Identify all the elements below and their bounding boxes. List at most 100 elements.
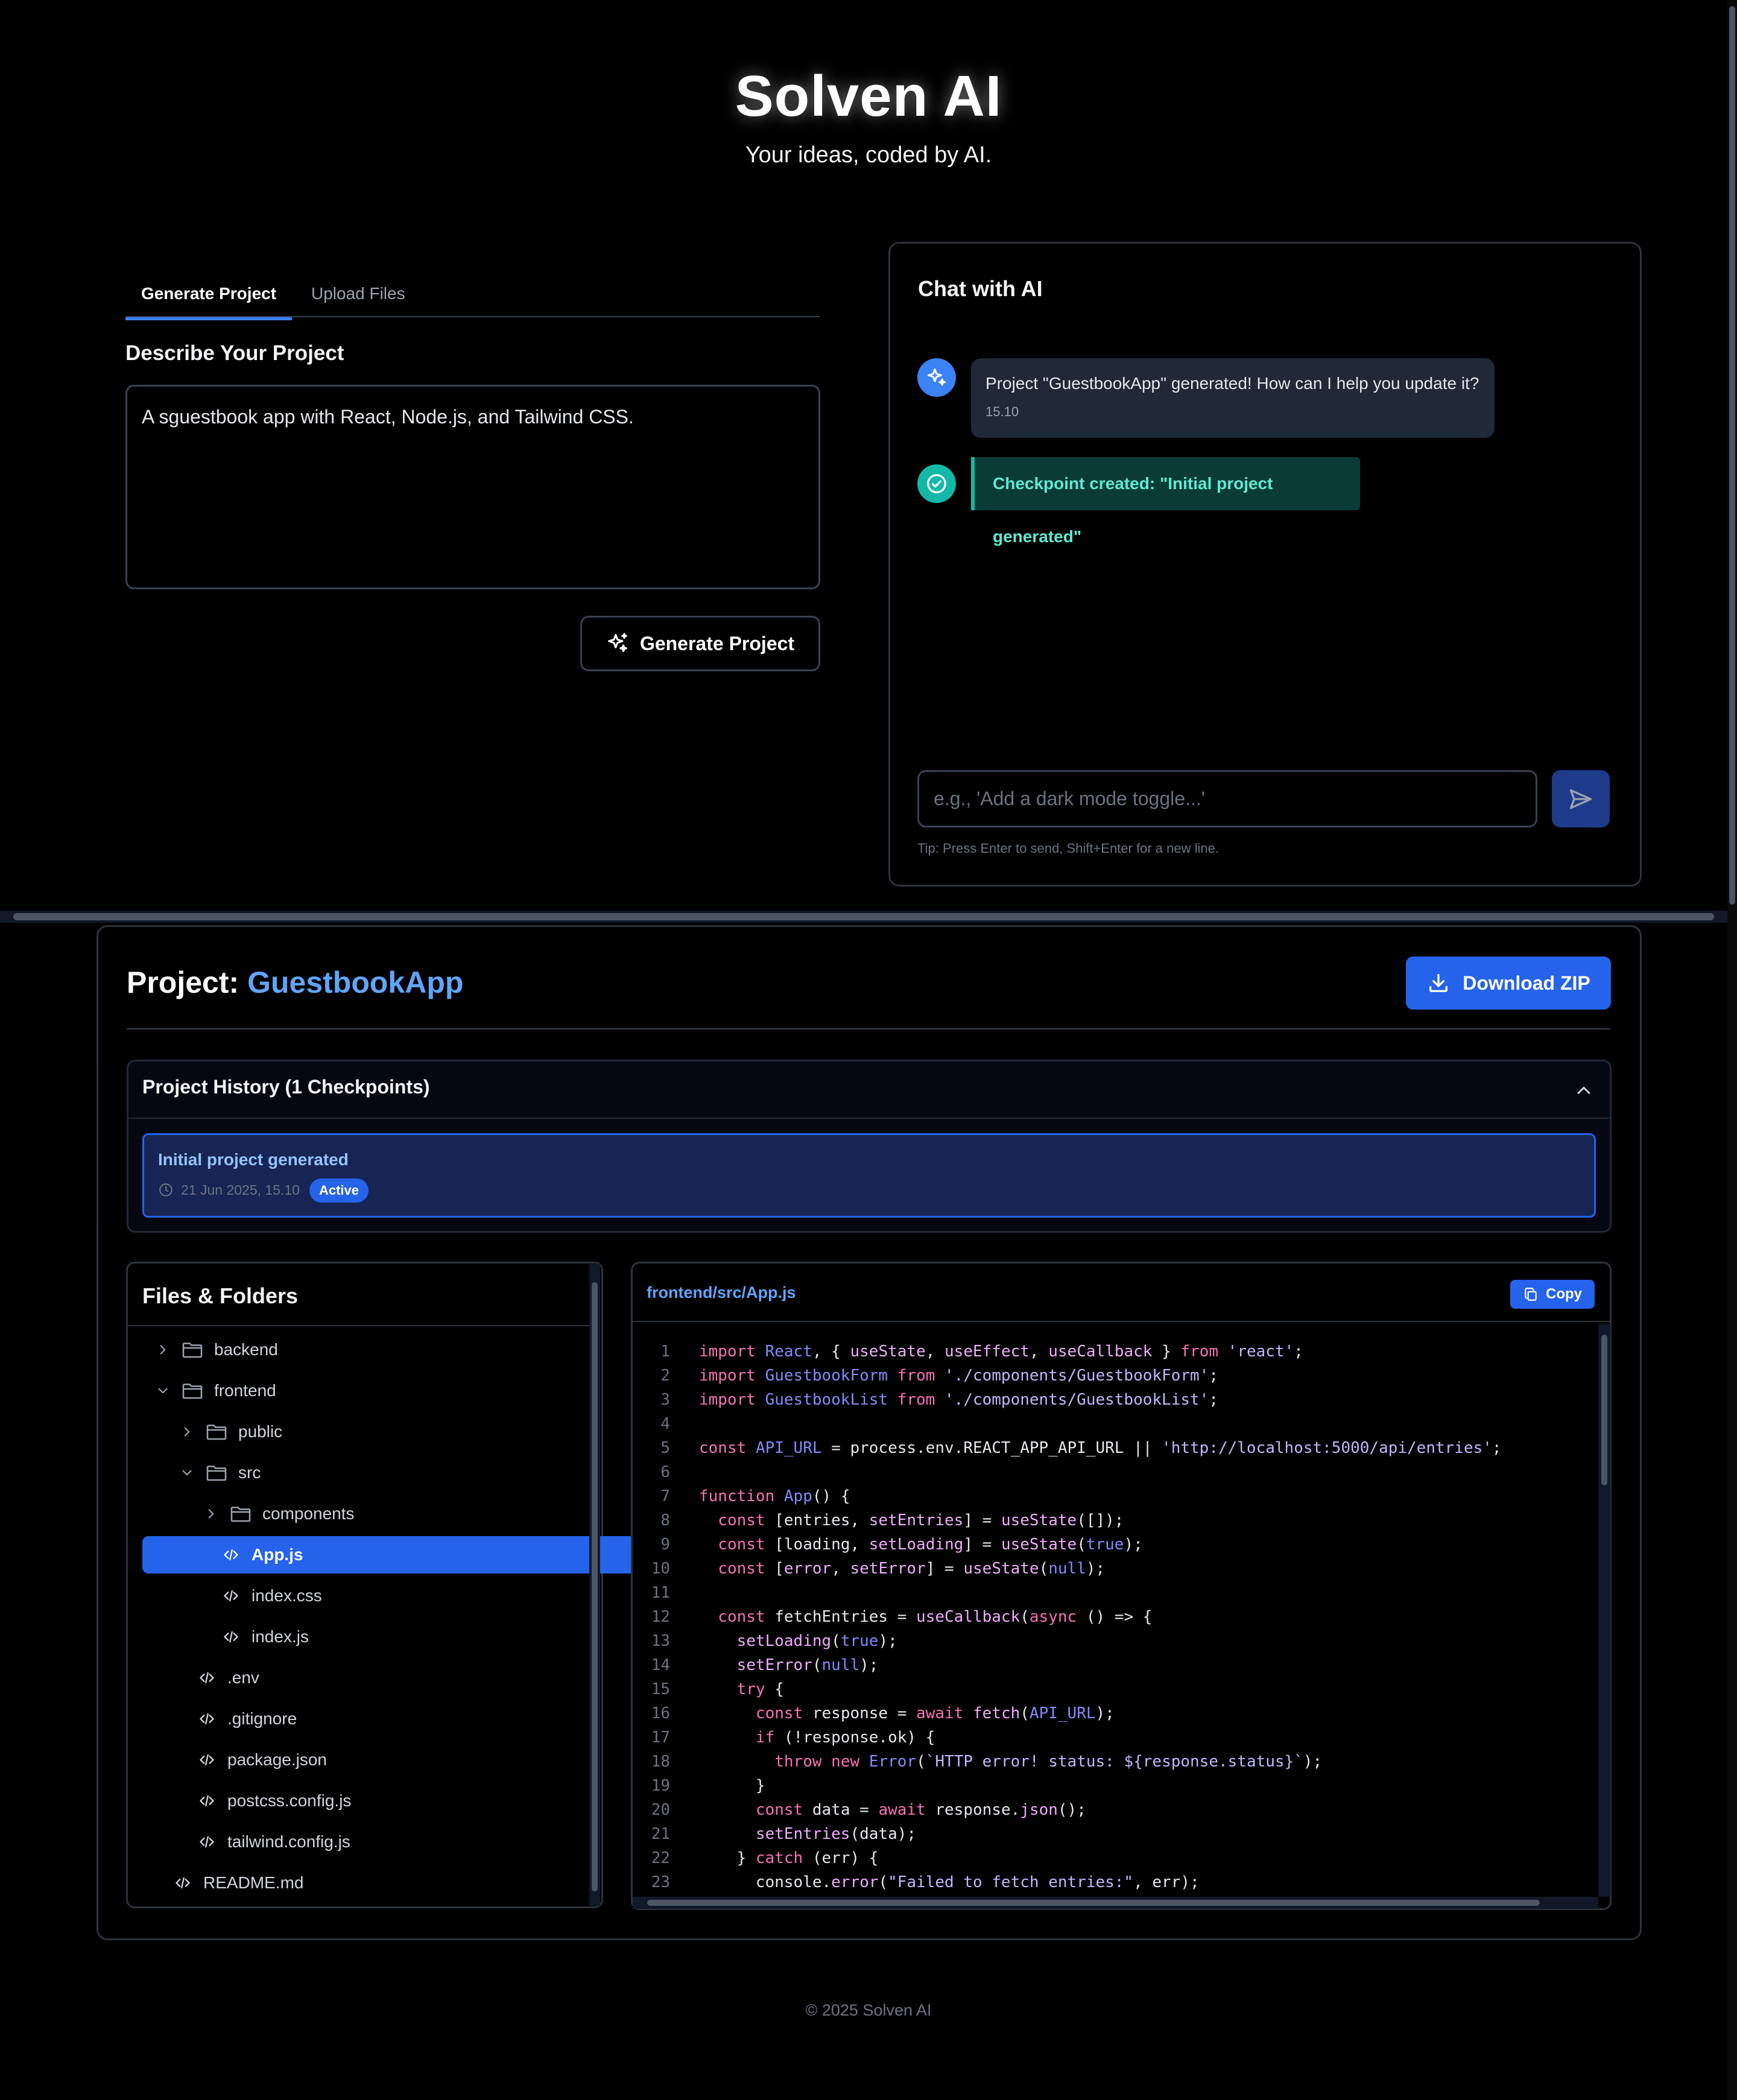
line-number: 10 [651, 1560, 670, 1578]
project-divider [127, 1028, 1610, 1029]
files-scrollbar[interactable] [589, 1264, 600, 1906]
chevron-right-icon[interactable] [155, 1342, 171, 1358]
folder-item[interactable]: src [179, 1454, 261, 1491]
line-number: 2 [660, 1367, 670, 1385]
files-divider [128, 1325, 589, 1326]
code-line: 18 throw new Error(`HTTP error! status: … [633, 1750, 1598, 1774]
brand-title: Solven AI [735, 64, 1002, 128]
folder-item[interactable]: components [203, 1495, 355, 1532]
generate-project-label: Generate Project [639, 632, 795, 654]
code-line: 19 } [633, 1774, 1598, 1798]
file-item[interactable]: index.css [221, 1577, 322, 1615]
line-code: const fetchEntries = useCallback(async (… [718, 1608, 1153, 1626]
file-item[interactable]: package.json [197, 1741, 327, 1779]
tab-upload-files[interactable]: Upload Files [311, 270, 405, 317]
folder-item[interactable]: backend [155, 1331, 278, 1368]
code-file-icon [197, 1751, 217, 1768]
file-item[interactable]: index.js [221, 1618, 309, 1656]
folder-item[interactable]: frontend [155, 1372, 276, 1409]
generate-project-button[interactable]: Generate Project [580, 616, 820, 671]
tagline: Your ideas, coded by AI. [745, 142, 992, 168]
file-item[interactable]: tailwind.config.js [197, 1823, 350, 1861]
code-line: 6 [633, 1460, 1598, 1484]
line-code: import React, { useState, useEffect, use… [699, 1343, 1303, 1361]
line-number: 16 [651, 1704, 670, 1722]
chevron-right-icon[interactable] [179, 1424, 195, 1440]
ai-message-text: Project "GuestbookApp" generated! How ca… [986, 374, 1479, 393]
checkpoint-title: Initial project generated [158, 1150, 349, 1169]
code-line: 20 const data = await response.json(); [633, 1798, 1598, 1822]
code-file-icon [221, 1628, 241, 1645]
project-name: GuestbookApp [247, 966, 464, 999]
folder-item[interactable]: public [179, 1413, 282, 1450]
code-line: 21 setEntries(data); [633, 1822, 1598, 1846]
code-vertical-scrollbar[interactable] [1598, 1324, 1610, 1897]
file-item[interactable]: README.md [173, 1864, 303, 1902]
line-number: 14 [651, 1656, 670, 1674]
project-title: Project: GuestbookApp [127, 965, 463, 1000]
line-code: const API_URL = process.env.REACT_APP_AP… [699, 1439, 1502, 1457]
file-item[interactable]: postcss.config.js [197, 1782, 351, 1820]
download-icon [1429, 974, 1448, 992]
chat-message-input[interactable] [917, 770, 1537, 827]
code-line: 1 import React, { useState, useEffect, us… [633, 1339, 1598, 1364]
code-line: 9 const [loading, setLoading] = useState… [633, 1532, 1598, 1557]
copy-button[interactable]: Copy [1510, 1280, 1595, 1309]
code-file-icon [197, 1669, 217, 1686]
chevron-up-icon[interactable] [1573, 1080, 1595, 1101]
code-file-path: frontend/src/App.js [647, 1283, 796, 1301]
send-button[interactable] [1552, 770, 1610, 827]
line-number: 9 [660, 1535, 670, 1554]
file-item[interactable]: .gitignore [197, 1700, 297, 1738]
file-item[interactable]: App.js [142, 1536, 653, 1573]
active-badge: Active [309, 1178, 369, 1203]
tree-item-label: package.json [227, 1750, 327, 1769]
line-code: setLoading(true); [736, 1632, 897, 1650]
tab-generate-project[interactable]: Generate Project [125, 270, 292, 320]
line-code: console.error("Failed to fetch entries:"… [699, 1873, 1200, 1891]
copy-icon [1525, 1288, 1537, 1301]
line-number: 11 [651, 1584, 670, 1602]
tree-item-label: components [262, 1504, 355, 1523]
tree-item-label: .env [227, 1668, 259, 1687]
line-number: 8 [660, 1511, 670, 1529]
code-line: 13 setLoading(true); [633, 1629, 1598, 1653]
line-number: 1 [660, 1343, 670, 1361]
line-code: if (!response.ok) { [755, 1728, 935, 1747]
chevron-down-icon[interactable] [155, 1383, 171, 1399]
code-line: 15 try { [633, 1677, 1598, 1701]
history-checkpoint-item[interactable] [142, 1133, 1596, 1218]
page-vertical-scrollbar[interactable] [1727, 0, 1737, 2100]
project-history-title[interactable]: Project History (1 Checkpoints) [142, 1076, 430, 1098]
code-line: 11 [633, 1581, 1598, 1605]
code-line: 14 setError(null); [633, 1653, 1598, 1677]
page-horizontal-scrollbar[interactable] [0, 911, 1730, 923]
line-code: import GuestbookList from './components/… [699, 1391, 1218, 1409]
line-code: throw new Error(`HTTP error! status: ${r… [774, 1753, 1323, 1771]
line-code: try { [736, 1680, 784, 1698]
project-title-prefix: Project: [127, 966, 239, 999]
sparkles-icon [606, 632, 629, 655]
file-item[interactable]: .env [197, 1659, 259, 1697]
project-description-input[interactable]: A sguestbook app with React, Node.js, an… [125, 385, 820, 589]
line-number: 20 [651, 1801, 670, 1819]
project-tabs: Generate Project Upload Files [125, 270, 820, 320]
code-file-icon [197, 1833, 217, 1850]
history-divider [128, 1118, 1610, 1119]
copy-label: Copy [1546, 1286, 1582, 1302]
chat-tip: Tip: Press Enter to send, Shift+Enter fo… [917, 841, 1219, 856]
ai-avatar [917, 358, 956, 397]
code-content[interactable]: 1 import React, { useState, useEffect, us… [633, 1324, 1599, 1897]
line-code: import GuestbookForm from './components/… [699, 1367, 1218, 1385]
chevron-down-icon[interactable] [179, 1465, 195, 1481]
download-zip-button[interactable]: Download ZIP [1406, 957, 1611, 1010]
line-number: 7 [660, 1487, 670, 1505]
code-horizontal-scrollbar[interactable] [633, 1897, 1598, 1909]
line-code: const response = await fetch(API_URL); [755, 1704, 1115, 1722]
chevron-right-icon[interactable] [203, 1506, 219, 1522]
code-line: 4 [633, 1412, 1598, 1436]
code-line: 3 import GuestbookList from './components… [633, 1388, 1598, 1412]
tree-item-label: backend [214, 1340, 278, 1359]
line-number: 4 [660, 1415, 670, 1433]
tree-item-label: postcss.config.js [227, 1791, 352, 1810]
